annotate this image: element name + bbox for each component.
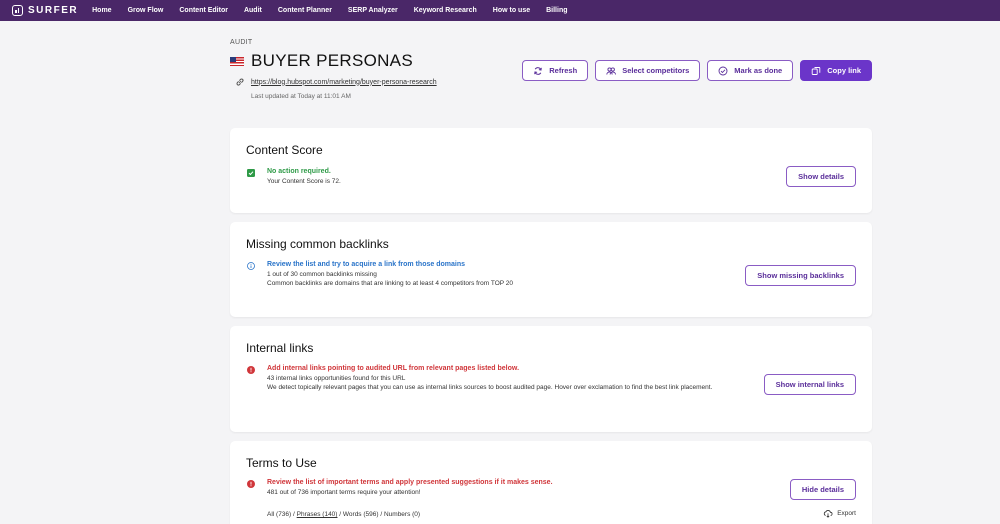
- status-detail: 1 out of 30 common backlinks missing: [267, 271, 377, 278]
- terms-to-use-card: Terms to Use Review the list of importan…: [230, 441, 872, 524]
- nav-how-to-use[interactable]: How to use: [493, 7, 530, 14]
- breadcrumb: AUDIT: [230, 39, 253, 46]
- cloud-download-icon: [824, 510, 833, 518]
- users-icon: [606, 66, 617, 75]
- internal-links-card: Internal links Add internal links pointi…: [230, 326, 872, 432]
- audited-url-link[interactable]: https://blog.hubspot.com/marketing/buyer…: [251, 79, 437, 86]
- card-title: Terms to Use: [246, 456, 317, 470]
- audit-header: AUDIT BUYER PERSONAS https://blog.hubspo…: [230, 39, 875, 100]
- status-detail: Common backlinks are domains that are li…: [267, 280, 514, 287]
- top-navigation: SURFER Home Grow Flow Content Editor Aud…: [0, 0, 1000, 21]
- nav-content-planner[interactable]: Content Planner: [278, 7, 332, 14]
- status-detail: 481 out of 736 important terms require y…: [267, 489, 421, 496]
- logo-text: SURFER: [28, 5, 79, 16]
- info-icon: [247, 262, 255, 270]
- nav-grow-flow[interactable]: Grow Flow: [128, 7, 164, 14]
- nav-content-editor[interactable]: Content Editor: [179, 7, 228, 14]
- copy-icon: [811, 66, 821, 75]
- status-heading: Add internal links pointing to audited U…: [267, 365, 520, 372]
- check-circle-icon: [718, 66, 728, 75]
- missing-backlinks-card: Missing common backlinks Review the list…: [230, 222, 872, 317]
- mark-as-done-label: Mark as done: [734, 66, 783, 75]
- status-detail: Your Content Score is 72.: [267, 178, 341, 185]
- copy-link-label: Copy link: [827, 66, 861, 75]
- surfer-logo-icon: [12, 5, 23, 16]
- link-icon: [236, 78, 244, 86]
- filter-phrases[interactable]: Phrases (140): [297, 511, 338, 518]
- nav-audit[interactable]: Audit: [244, 7, 262, 14]
- status-detail: We detect topically relevant pages that …: [267, 384, 713, 391]
- card-title: Internal links: [246, 341, 314, 355]
- status-heading: No action required.: [267, 168, 331, 175]
- checkbox-checked-icon: [247, 169, 255, 177]
- show-details-button[interactable]: Show details: [786, 166, 856, 187]
- content-score-card: Content Score No action required. Your C…: [230, 128, 872, 213]
- surfer-logo[interactable]: SURFER: [12, 5, 78, 16]
- filter-words[interactable]: Words (596): [343, 511, 379, 518]
- last-updated: Last updated at Today at 11:01 AM: [251, 93, 351, 100]
- copy-link-button[interactable]: Copy link: [800, 60, 872, 81]
- select-competitors-label: Select competitors: [622, 66, 690, 75]
- status-heading: Review the list of important terms and a…: [267, 479, 553, 486]
- nav-keyword-research[interactable]: Keyword Research: [414, 7, 477, 14]
- refresh-button[interactable]: Refresh: [522, 60, 589, 81]
- nav-billing[interactable]: Billing: [546, 7, 567, 14]
- backlinks-status: Review the list and try to acquire a lin…: [247, 261, 747, 288]
- card-title: Missing common backlinks: [246, 237, 389, 251]
- export-label: Export: [837, 510, 856, 517]
- alert-icon: [247, 480, 255, 488]
- status-detail: 43 internal links opportunities found fo…: [267, 375, 406, 382]
- hide-details-button[interactable]: Hide details: [789, 479, 856, 500]
- card-title: Content Score: [246, 143, 323, 157]
- us-flag-icon: [230, 56, 244, 66]
- nav-home[interactable]: Home: [92, 7, 111, 14]
- status-heading: Review the list and try to acquire a lin…: [267, 261, 465, 268]
- term-filters: All (736) / Phrases (140) / Words (596) …: [267, 511, 420, 518]
- header-actions: Refresh Select competitors Mark as done: [515, 60, 872, 81]
- nav-serp-analyzer[interactable]: SERP Analyzer: [348, 7, 398, 14]
- filter-all[interactable]: All (736): [267, 511, 291, 518]
- show-missing-backlinks-button[interactable]: Show missing backlinks: [745, 265, 856, 286]
- refresh-icon: [534, 66, 543, 75]
- show-internal-links-button[interactable]: Show internal links: [763, 374, 856, 395]
- filter-numbers[interactable]: Numbers (0): [384, 511, 420, 518]
- terms-status: Review the list of important terms and a…: [247, 479, 747, 497]
- mark-as-done-button[interactable]: Mark as done: [707, 60, 794, 81]
- internal-links-status: Add internal links pointing to audited U…: [247, 365, 747, 392]
- content-score-status: No action required. Your Content Score i…: [247, 168, 747, 186]
- export-button[interactable]: Export: [823, 509, 856, 518]
- refresh-label: Refresh: [549, 66, 578, 75]
- page-title: BUYER PERSONAS: [251, 51, 413, 70]
- alert-icon: [247, 366, 255, 374]
- select-competitors-button[interactable]: Select competitors: [595, 60, 701, 81]
